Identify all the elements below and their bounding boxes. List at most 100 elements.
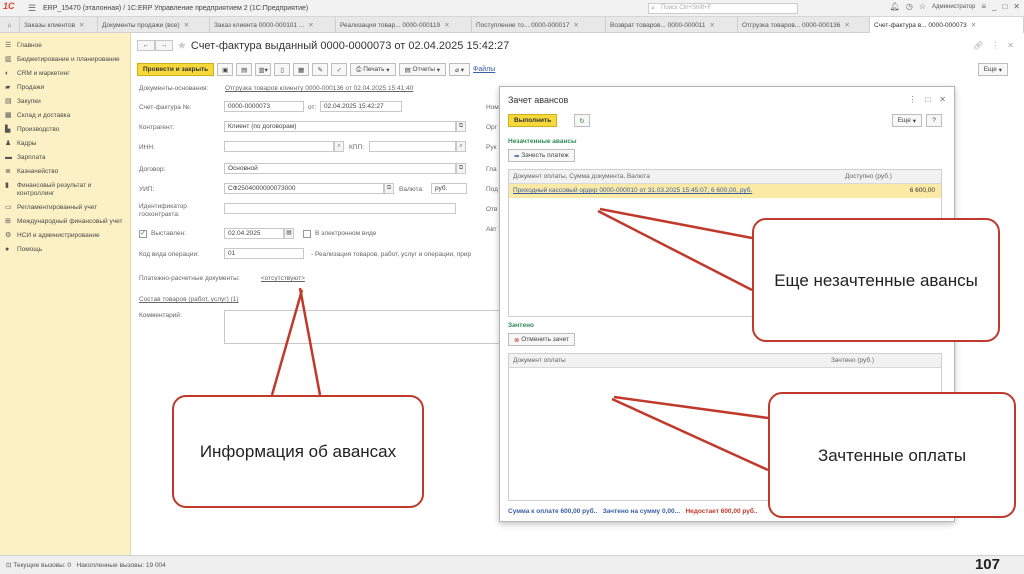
tab-customer-order[interactable]: Заказ клиента 0000-000101 ... ✕	[210, 17, 336, 33]
copy-icon[interactable]: ⧉	[384, 183, 394, 194]
star-icon[interactable]: ☆	[919, 2, 926, 11]
form-window-controls: 🔗︎ ⋮ ✕	[973, 41, 1014, 50]
home-tab[interactable]: ⌂	[0, 17, 20, 33]
sidebar-item-international[interactable]: ⊞ Международный финансовый учет	[0, 215, 130, 229]
issued-date-field[interactable]: 02.04.2025	[224, 228, 284, 239]
calendar-icon[interactable]: ▦	[284, 228, 294, 239]
tab-shipment[interactable]: Отгрузка товаров... 0000-000136 ✕	[738, 17, 870, 33]
sidebar-item-production[interactable]: ▙ Производство	[0, 123, 130, 137]
sidebar-item-sales[interactable]: ▰ Продажи	[0, 81, 130, 95]
tab-realization[interactable]: Реализация товар... 0000-000119 ✕	[336, 17, 472, 33]
form-toolbar: Провести и закрыть ▣ ▤ ▥▾ ▯ ▦ ✎ ✓ ⎙ Печа…	[137, 63, 495, 76]
sidebar-item-purchases[interactable]: ▤ Закупки	[0, 95, 130, 109]
sidebar-item-main[interactable]: ☰ Главное	[0, 39, 130, 53]
reports-label: Отчеты	[412, 66, 435, 73]
back-button[interactable]: ←	[137, 40, 155, 51]
tab-orders[interactable]: Заказы клиентов ✕	[20, 17, 98, 33]
more-button[interactable]: Еще ▾	[977, 63, 1008, 76]
invoice-date-field[interactable]: 02.04.2025 15:42:27	[320, 101, 402, 112]
sidebar-item-warehouse[interactable]: ▦ Склад и доставка	[0, 109, 130, 123]
close-icon[interactable]: ✕	[184, 21, 189, 29]
help-button[interactable]: ?	[926, 114, 942, 127]
close-icon[interactable]: ✕	[1013, 2, 1020, 11]
offset-payment-button[interactable]: ➡ Зачесть платеж	[508, 149, 575, 162]
uip-field[interactable]: СФ2504000000073000	[224, 183, 384, 194]
sidebar-item-help[interactable]: ● Помощь	[0, 243, 130, 257]
document-icon[interactable]: ▯	[274, 63, 291, 76]
forward-button[interactable]: →	[155, 40, 173, 51]
payment-docs-link[interactable]: <отсутствуют>	[261, 275, 305, 282]
contractor-field[interactable]: Клиент (по договорам)	[224, 121, 456, 132]
edit-icon[interactable]: ✎	[312, 63, 329, 76]
post-and-close-button[interactable]: Провести и закрыть	[137, 63, 215, 76]
contract-field[interactable]: Основной	[224, 163, 456, 174]
sidebar-item-staff[interactable]: ♟ Кадры	[0, 137, 130, 151]
files-link[interactable]: Файлы	[473, 66, 495, 73]
close-icon[interactable]: ✕	[709, 21, 714, 29]
sidebar-item-treasury[interactable]: ≣ Казначейство	[0, 165, 130, 179]
sidebar-item-finance[interactable]: ▮ Финансовый результат и контроллинг	[0, 179, 130, 201]
invoice-number-field[interactable]: 0000-0000073	[224, 101, 304, 112]
save-icon[interactable]: ▣	[217, 63, 234, 76]
tab-return[interactable]: Возврат товаров... 0000-000011 ✕	[606, 17, 738, 33]
tab-receipt[interactable]: Поступление то... 0000-000017 ✕	[472, 17, 606, 33]
open-icon[interactable]: ⧉	[456, 121, 466, 132]
callout-text: Информация об авансах	[199, 442, 397, 461]
reports-button[interactable]: ▤ Отчеты ▾	[398, 63, 447, 76]
dialog-more-button[interactable]: Еще ▾	[891, 114, 922, 127]
comment-field[interactable]	[224, 310, 500, 344]
settings-icon[interactable]: ≡	[981, 2, 986, 11]
user-name[interactable]: Администратор	[932, 4, 975, 10]
print-button[interactable]: ⎙ Печать ▾	[350, 63, 396, 76]
menu-icon[interactable]: ☰	[25, 1, 39, 15]
close-icon[interactable]: ✕	[1007, 41, 1014, 50]
minimize-icon[interactable]: _	[992, 2, 996, 11]
payment-document-link[interactable]: Приходный кассовый ордер 0000-000010 от …	[513, 187, 752, 194]
search-icon[interactable]: ⌕	[334, 141, 344, 152]
op-code-field[interactable]: 01	[224, 248, 304, 259]
close-icon[interactable]: ✕	[573, 21, 578, 29]
cancel-offset-button[interactable]: ⊗ Отменить зачет	[508, 333, 575, 346]
total-offset: Зачтено на сумму 0,00...	[602, 508, 681, 515]
tab-invoice[interactable]: Счет-фактура в... 0000-000073 ✕	[870, 17, 1024, 33]
sidebar-item-admin[interactable]: ⚙ НСИ и администрирование	[0, 229, 130, 243]
gov-contract-field[interactable]	[224, 203, 456, 214]
sidebar-item-crm[interactable]: ◐ CRM и маркетинг	[0, 67, 130, 81]
more-icon[interactable]: ⋮	[991, 41, 999, 50]
close-icon[interactable]: ✕	[308, 21, 313, 29]
open-icon[interactable]: ⧉	[456, 163, 466, 174]
table-row[interactable]: Приходный кассовый ордер 0000-000010 от …	[509, 184, 941, 198]
maximize-icon[interactable]: □	[1002, 2, 1007, 11]
link-icon[interactable]: 🔗︎	[973, 41, 983, 50]
sidebar-item-salary[interactable]: ▬ Зарплата	[0, 151, 130, 165]
maximize-icon[interactable]: □	[925, 95, 930, 104]
run-button[interactable]: Выполнить	[508, 114, 558, 127]
base-doc-link[interactable]: Отгрузка товаров клиенту 0000-000136 от …	[225, 85, 413, 92]
related-docs-icon[interactable]: ▦	[293, 63, 310, 76]
create-based-icon[interactable]: ▥▾	[255, 63, 272, 76]
electronic-checkbox[interactable]	[303, 230, 311, 238]
kpp-field[interactable]	[369, 141, 456, 152]
refresh-icon[interactable]: ↻	[574, 114, 590, 127]
checkmark-icon[interactable]: ✓	[331, 63, 348, 76]
more-icon[interactable]: ⋮	[908, 95, 916, 104]
favorite-star-icon[interactable]: ★	[177, 39, 187, 52]
sidebar-item-budget[interactable]: ▥ Бюджетирование и планирование	[0, 53, 130, 67]
bell-icon[interactable]: 🔔︎	[890, 2, 900, 11]
inn-field[interactable]	[224, 141, 334, 152]
close-icon[interactable]: ✕	[444, 21, 449, 29]
close-icon[interactable]: ✕	[79, 21, 84, 29]
currency-field[interactable]: руб.	[431, 183, 467, 194]
sidebar-item-regulated[interactable]: ▭ Регламентированный учет	[0, 201, 130, 215]
close-icon[interactable]: ✕	[939, 95, 946, 104]
issued-checkbox[interactable]: ✓	[139, 230, 147, 238]
post-icon[interactable]: ▤	[236, 63, 253, 76]
tab-sales-docs[interactable]: Документы продажи (все) ✕	[98, 17, 210, 33]
search-icon[interactable]: ⌕	[456, 141, 466, 152]
close-icon[interactable]: ✕	[844, 21, 849, 29]
history-icon[interactable]: ◷	[906, 2, 913, 11]
global-search-input[interactable]: ⌕ Поиск Ctrl+Shift+F	[648, 3, 798, 14]
attachments-button[interactable]: ⌀ ▾	[449, 63, 471, 76]
close-icon[interactable]: ✕	[971, 21, 976, 29]
goods-composition-link[interactable]: Состав товаров (работ, услуг) (1)	[139, 296, 239, 303]
